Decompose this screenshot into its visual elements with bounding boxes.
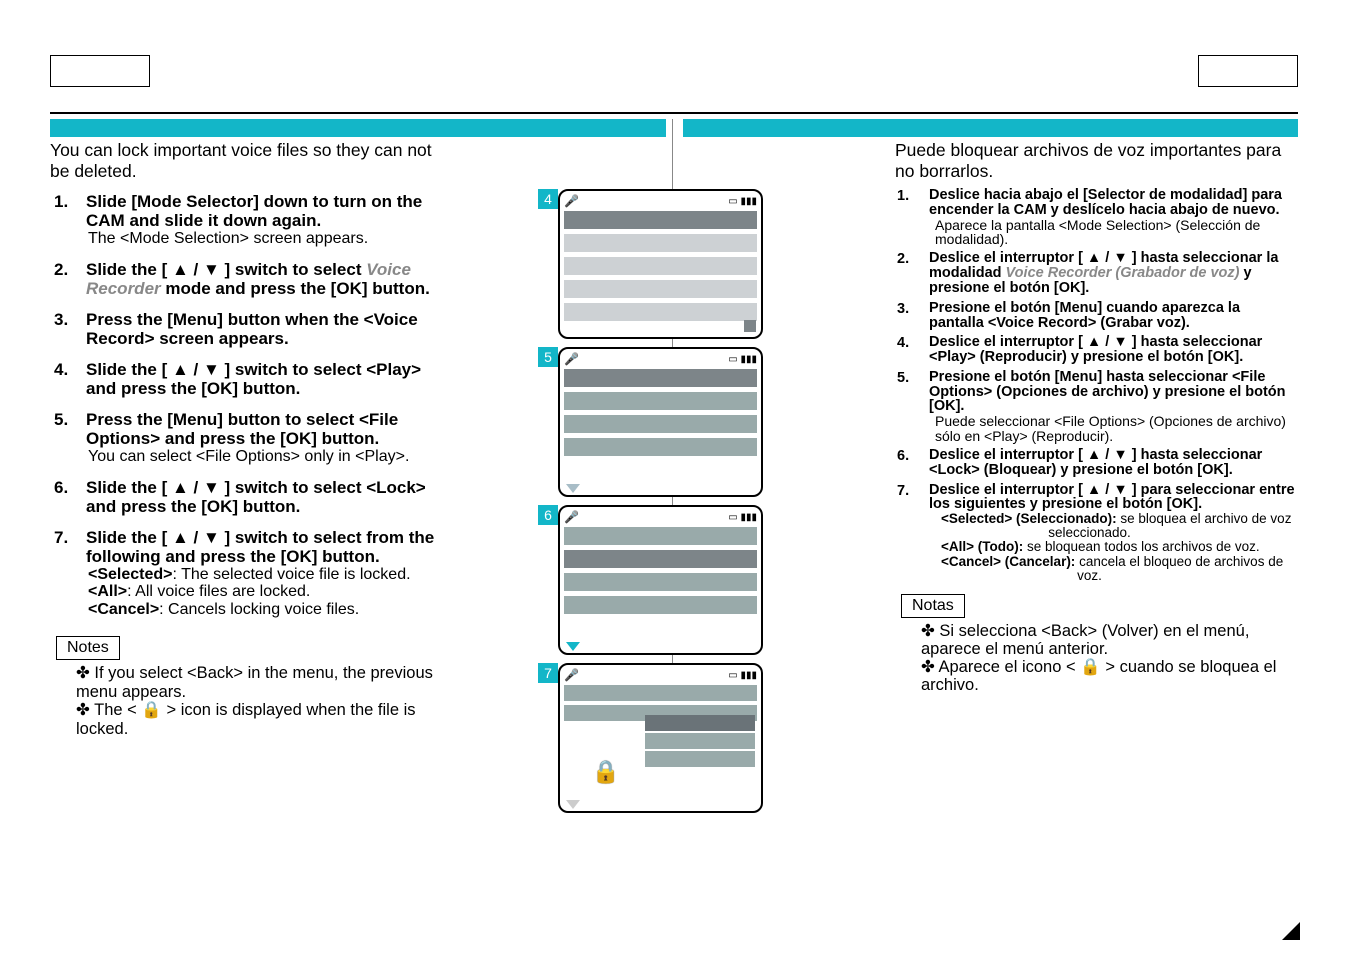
steps-left: 1.Slide [Mode Selector] down to turn on … [50, 192, 440, 618]
list-item [564, 596, 757, 614]
list-item [564, 415, 757, 433]
intro-right: Puede bloquear archivos de voz important… [895, 140, 1298, 182]
chevron-down-icon [566, 484, 580, 493]
notes-left: If you select <Back> in the menu, the pr… [50, 664, 440, 738]
popup-item [645, 733, 755, 749]
list-item [564, 303, 757, 321]
battery-icon: ▭ ▮▮▮ [728, 670, 757, 681]
list-item [564, 392, 757, 410]
chevron-down-icon [566, 642, 580, 651]
popup-item [645, 751, 755, 767]
list-item [564, 438, 757, 456]
intro-left: You can lock important voice files so th… [50, 140, 440, 182]
header-boxes [50, 55, 1298, 87]
mic-icon: 🎤 [564, 510, 579, 524]
notes-right: Si selecciona <Back> (Volver) en el menú… [895, 622, 1298, 695]
list-item [564, 211, 757, 229]
notes-label-right: Notas [901, 594, 965, 618]
figure-column: 4 🎤▭ ▮▮▮ 5 🎤▭ ▮▮▮ 6 [538, 189, 768, 821]
list-item [564, 550, 757, 568]
figure-7: 7 🎤▭ ▮▮▮ 🔒 [538, 663, 768, 813]
list-item [564, 685, 757, 701]
mic-icon: 🎤 [564, 668, 579, 682]
list-item [564, 573, 757, 591]
popup-item [645, 715, 755, 731]
battery-icon: ▭ ▮▮▮ [728, 512, 757, 523]
lang-box-left [50, 55, 150, 87]
play-icon [744, 320, 756, 332]
battery-icon: ▭ ▮▮▮ [728, 196, 757, 207]
section-header-left [50, 119, 666, 137]
list-item [564, 369, 757, 387]
figure-5: 5 🎤▭ ▮▮▮ [538, 347, 768, 497]
notes-label-left: Notes [56, 636, 120, 660]
list-item [564, 234, 757, 252]
popup-menu [645, 715, 755, 769]
figure-6: 6 🎤▭ ▮▮▮ [538, 505, 768, 655]
page-corner-icon [1282, 922, 1300, 940]
list-item [564, 257, 757, 275]
steps-right: 1.Deslice hacia abajo el [Selector de mo… [895, 188, 1298, 583]
chevron-down-icon [566, 800, 580, 809]
battery-icon: ▭ ▮▮▮ [728, 354, 757, 365]
divider [50, 112, 1298, 114]
figure-4: 4 🎤▭ ▮▮▮ [538, 189, 768, 339]
lock-icon: 🔒 [592, 759, 619, 785]
mic-icon: 🎤 [564, 352, 579, 366]
section-header-right [683, 119, 1299, 137]
list-item [564, 280, 757, 298]
lang-box-right [1198, 55, 1298, 87]
mic-icon: 🎤 [564, 194, 579, 208]
list-item [564, 527, 757, 545]
